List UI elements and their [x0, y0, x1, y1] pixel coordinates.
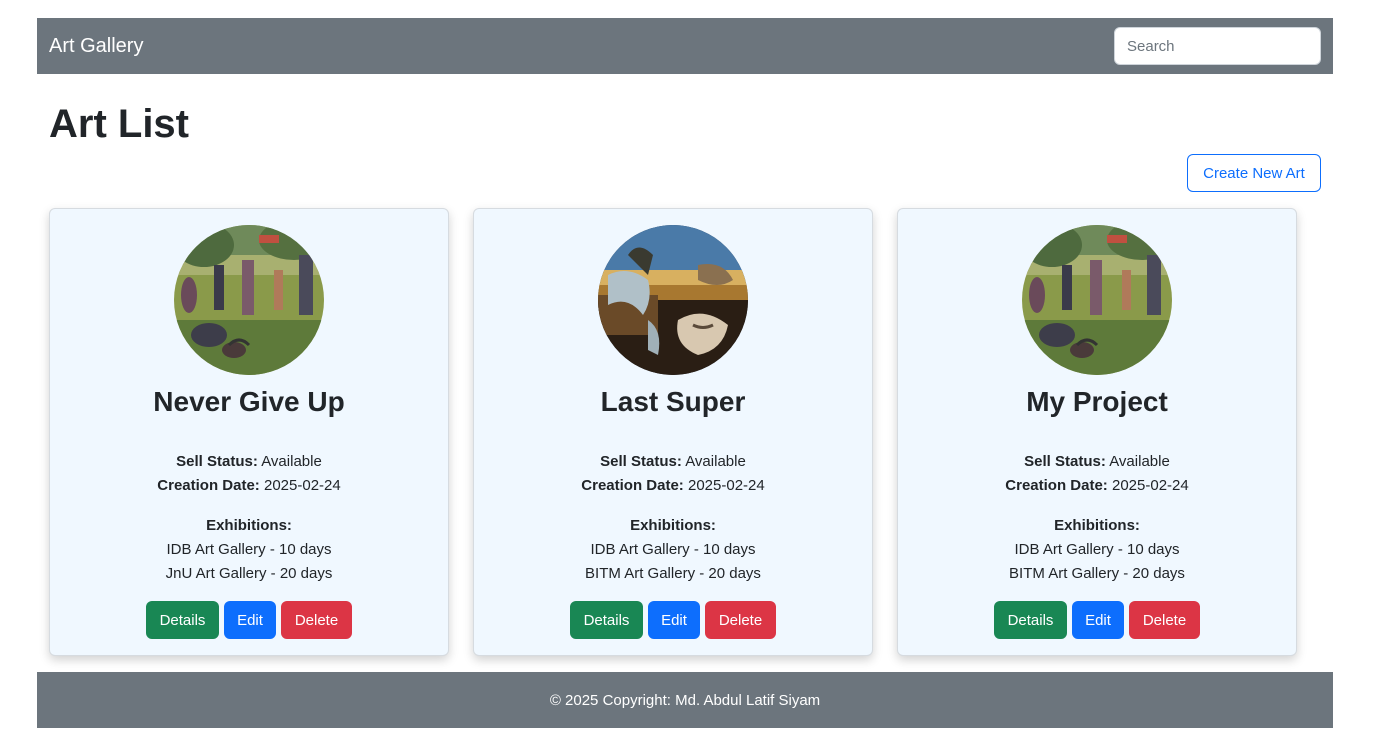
- exhibition-item: BITM Art Gallery - 20 days: [1009, 565, 1185, 582]
- delete-button[interactable]: Delete: [705, 601, 776, 639]
- edit-button[interactable]: Edit: [648, 601, 700, 639]
- exhibitions-label: Exhibitions:: [206, 517, 292, 534]
- footer: © 2025 Copyright: Md. Abdul Latif Siyam: [37, 672, 1333, 728]
- copyright-text: © 2025 Copyright: Md. Abdul Latif Siyam: [549, 691, 821, 709]
- exhibition-item: JnU Art Gallery - 20 days: [165, 565, 333, 582]
- sell-status: Sell Status: Available: [600, 453, 746, 470]
- art-image: [174, 225, 324, 375]
- delete-button[interactable]: Delete: [281, 601, 352, 639]
- park-painting-icon: [1022, 225, 1172, 375]
- art-card: My Project Sell Status: Available Creati…: [897, 208, 1297, 656]
- creation-date: Creation Date: 2025-02-24: [1005, 477, 1189, 494]
- exhibition-item: BITM Art Gallery - 20 days: [585, 565, 761, 582]
- art-title: My Project: [1026, 386, 1168, 417]
- art-image: [1022, 225, 1172, 375]
- creation-date: Creation Date: 2025-02-24: [157, 477, 341, 494]
- art-title: Last Super: [600, 386, 746, 417]
- exhibition-item: IDB Art Gallery - 10 days: [590, 541, 756, 558]
- search-input[interactable]: [1114, 27, 1321, 65]
- details-button[interactable]: Details: [994, 601, 1067, 639]
- melting-clocks-icon: [598, 225, 748, 375]
- art-card: Never Give Up Sell Status: Available Cre…: [49, 208, 449, 656]
- details-button[interactable]: Details: [146, 601, 219, 639]
- delete-button[interactable]: Delete: [1129, 601, 1200, 639]
- card-actions: Details Edit Delete: [50, 601, 448, 639]
- edit-button[interactable]: Edit: [224, 601, 276, 639]
- page-title: Art List: [49, 102, 189, 146]
- park-painting-icon: [174, 225, 324, 375]
- card-actions: Details Edit Delete: [474, 601, 872, 639]
- navbar: Art Gallery: [37, 18, 1333, 74]
- exhibition-item: IDB Art Gallery - 10 days: [166, 541, 332, 558]
- exhibitions-label: Exhibitions:: [1054, 517, 1140, 534]
- exhibition-item: IDB Art Gallery - 10 days: [1014, 541, 1180, 558]
- sell-status: Sell Status: Available: [1024, 453, 1170, 470]
- art-image: [598, 225, 748, 375]
- edit-button[interactable]: Edit: [1072, 601, 1124, 639]
- art-title: Never Give Up: [153, 386, 345, 417]
- card-actions: Details Edit Delete: [898, 601, 1296, 639]
- exhibitions-label: Exhibitions:: [630, 517, 716, 534]
- create-new-art-button[interactable]: Create New Art: [1187, 154, 1321, 192]
- details-button[interactable]: Details: [570, 601, 643, 639]
- creation-date: Creation Date: 2025-02-24: [581, 477, 765, 494]
- brand-link[interactable]: Art Gallery: [49, 33, 143, 59]
- sell-status: Sell Status: Available: [176, 453, 322, 470]
- art-card: Last Super Sell Status: Available Creati…: [473, 208, 873, 656]
